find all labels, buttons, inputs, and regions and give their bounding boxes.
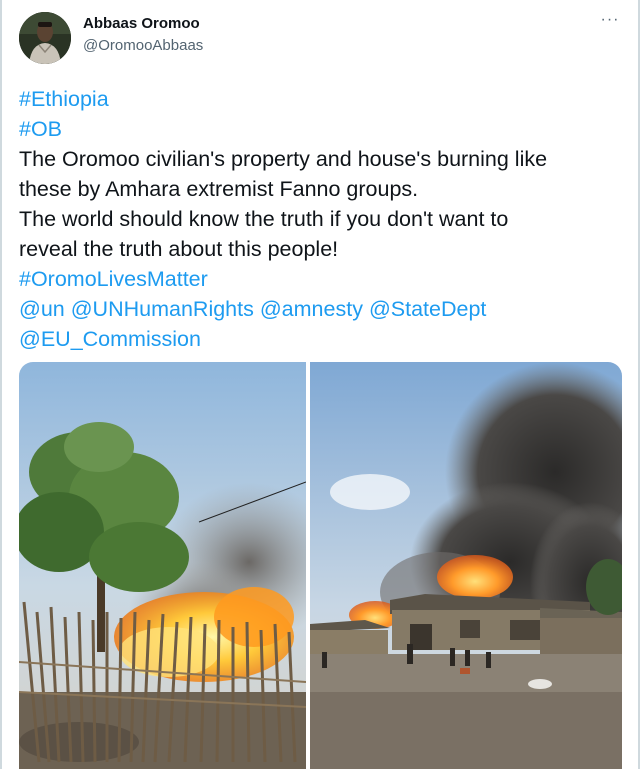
tweet-text-line: #OromoLivesMatter: [19, 264, 629, 294]
tweet-text-line: these by Amhara extremist Fanno groups.: [19, 174, 629, 204]
author-handle[interactable]: @OromooAbbaas: [83, 37, 203, 54]
author-name[interactable]: Abbaas Oromoo: [83, 15, 200, 32]
tweet-text-line: @EU_Commission: [19, 324, 629, 354]
more-options-button[interactable]: ···: [596, 10, 624, 30]
mention-link[interactable]: @amnesty: [260, 297, 363, 321]
tweet-text-line: reveal the truth about this people!: [19, 234, 629, 264]
tweet-text-line: #Ethiopia: [19, 84, 629, 114]
mention-link[interactable]: @UNHumanRights: [71, 297, 254, 321]
hashtag-link[interactable]: #OB: [19, 117, 62, 141]
tweet-border-left: [0, 0, 2, 769]
hashtag-link[interactable]: #OromoLivesMatter: [19, 267, 208, 291]
mention-link[interactable]: @un: [19, 297, 65, 321]
mention-link[interactable]: @StateDept: [369, 297, 486, 321]
mention-link[interactable]: @EU_Commission: [19, 327, 201, 351]
tweet-text-segment: these by Amhara extremist Fanno groups.: [19, 177, 419, 201]
tweet-media[interactable]: [19, 362, 622, 769]
tweet-text-line: The world should know the truth if you d…: [19, 204, 629, 234]
tweet-text-segment: The Oromoo civilian's property and house…: [19, 147, 548, 171]
tweet-text-line: #OB: [19, 114, 629, 144]
tweet-text-line: @un @UNHumanRights @amnesty @StateDept: [19, 294, 629, 324]
tweet-text: #Ethiopia #OB The Oromoo civilian's proper…: [19, 84, 629, 354]
more-horizontal-icon: ···: [600, 11, 620, 28]
hashtag-link[interactable]: #Ethiopia: [19, 87, 109, 111]
tweet-text-segment: The world should know the truth if you d…: [19, 207, 509, 231]
avatar[interactable]: [19, 12, 71, 64]
tweet-text-segment: reveal the truth about this people!: [19, 237, 339, 261]
profile-photo-icon: [19, 12, 71, 64]
tweet-text-line: The Oromoo civilian's property and house…: [19, 144, 629, 174]
tweet-card[interactable]: Abbaas Oromoo @OromooAbbaas ··· #Ethiopi…: [0, 0, 640, 769]
photo-burning-houses-smoke[interactable]: [310, 362, 622, 769]
photo-burning-fence-and-tree[interactable]: [19, 362, 306, 769]
